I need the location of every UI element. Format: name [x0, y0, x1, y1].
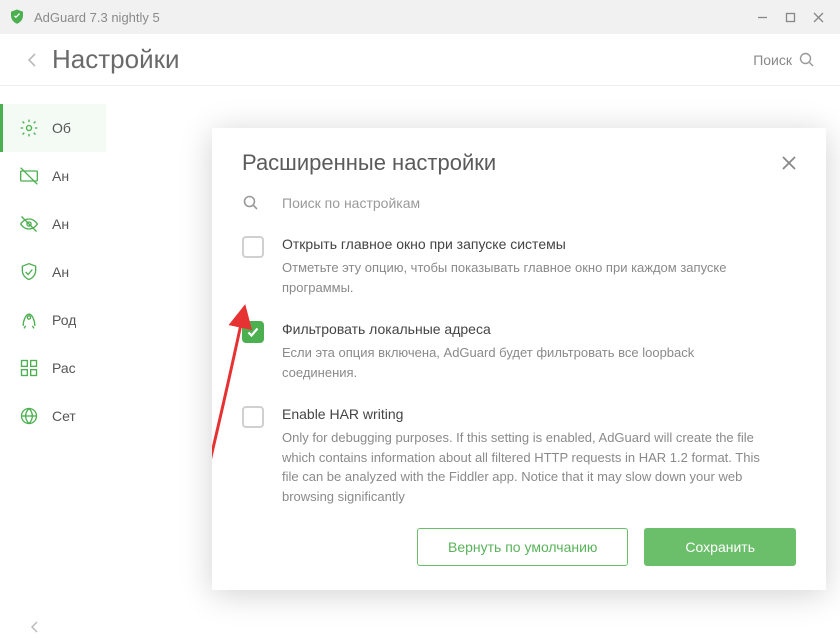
grid-icon	[18, 357, 40, 379]
setting-title: Enable HAR writing	[282, 406, 770, 422]
content-area: Об Ан Ан Ан Род Рас Сет Расши	[0, 86, 840, 614]
setting-title: Открыть главное окно при запуске системы	[282, 236, 770, 252]
sidebar-item-extensions[interactable]: Рас	[0, 344, 106, 392]
sidebar-item-parental[interactable]: Род	[0, 296, 106, 344]
setting-har-writing: Enable HAR writing Only for debugging pu…	[242, 406, 770, 506]
advanced-settings-modal: Расширенные настройки Открыть главное ок…	[212, 128, 826, 590]
setting-desc: Если эта опция включена, AdGuard будет ф…	[282, 343, 770, 382]
sidebar-item-label: Сет	[52, 408, 76, 424]
maximize-button[interactable]	[776, 3, 804, 31]
setting-filter-localhost: Фильтровать локальные адреса Если эта оп…	[242, 321, 770, 382]
modal-footer: Вернуть по умолчанию Сохранить	[212, 514, 826, 590]
sidebar-item-security[interactable]: Ан	[0, 248, 106, 296]
page-title: Настройки	[52, 44, 753, 75]
app-icon	[8, 8, 26, 26]
modal-header: Расширенные настройки	[212, 128, 826, 186]
checkbox-filter-localhost[interactable]	[242, 321, 264, 343]
sidebar-item-general[interactable]: Об	[0, 104, 106, 152]
titlebar: AdGuard 7.3 nightly 5	[0, 0, 840, 34]
setting-open-on-startup: Открыть главное окно при запуске системы…	[242, 236, 770, 297]
reset-defaults-button[interactable]: Вернуть по умолчанию	[417, 528, 628, 566]
sidebar-item-label: Рас	[52, 360, 76, 376]
back-button[interactable]	[24, 52, 40, 68]
minimize-button[interactable]	[748, 3, 776, 31]
save-button[interactable]: Сохранить	[644, 528, 796, 566]
modal-search-bar	[212, 186, 826, 228]
sidebar-item-stealth[interactable]: Ан	[0, 200, 106, 248]
footer	[0, 614, 840, 640]
close-window-button[interactable]	[804, 3, 832, 31]
sidebar-item-label: Об	[52, 120, 71, 136]
window-title: AdGuard 7.3 nightly 5	[34, 10, 748, 25]
modal-close-button[interactable]	[782, 156, 796, 170]
sidebar-item-network[interactable]: Сет	[0, 392, 106, 440]
sidebar-item-label: Ан	[52, 216, 69, 232]
modal-body: Открыть главное окно при запуске системы…	[212, 228, 826, 514]
search-label: Поиск	[753, 52, 792, 68]
modal-title: Расширенные настройки	[242, 150, 782, 176]
eye-off-icon	[18, 213, 40, 235]
sidebar-item-label: Ан	[52, 168, 69, 184]
checkbox-open-on-startup[interactable]	[242, 236, 264, 258]
globe-icon	[18, 405, 40, 427]
setting-title: Фильтровать локальные адреса	[282, 321, 770, 337]
search-icon	[242, 194, 260, 212]
checkbox-har-writing[interactable]	[242, 406, 264, 428]
sidebar-item-adblocker[interactable]: Ан	[0, 152, 106, 200]
adblock-icon	[18, 165, 40, 187]
page-header: Настройки Поиск	[0, 34, 840, 86]
setting-desc: Only for debugging purposes. If this set…	[282, 428, 770, 506]
settings-search-input[interactable]	[282, 195, 796, 211]
rocket-icon	[18, 309, 40, 331]
sidebar: Об Ан Ан Ан Род Рас Сет	[0, 86, 106, 614]
search-icon[interactable]	[798, 51, 816, 69]
setting-desc: Отметьте эту опцию, чтобы показывать гла…	[282, 258, 770, 297]
shield-check-icon	[18, 261, 40, 283]
main-panel: Расширенные настройки Открыть главное ок…	[106, 86, 840, 614]
sidebar-item-label: Ан	[52, 264, 69, 280]
chevron-left-icon[interactable]	[28, 620, 42, 634]
gear-icon	[18, 117, 40, 139]
sidebar-item-label: Род	[52, 312, 76, 328]
